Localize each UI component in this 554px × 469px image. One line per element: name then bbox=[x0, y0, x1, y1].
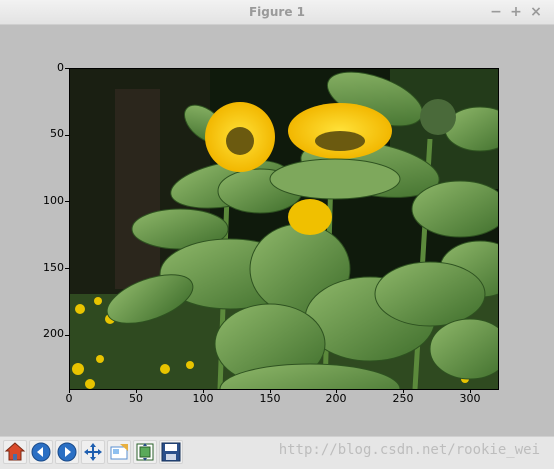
ytick-label-50: 50 bbox=[50, 127, 64, 140]
ytick-150 bbox=[65, 268, 69, 269]
forward-arrow-icon bbox=[57, 442, 77, 462]
zoom-button[interactable] bbox=[107, 440, 131, 464]
ytick-0 bbox=[65, 68, 69, 69]
ytick-label-100: 100 bbox=[43, 194, 64, 207]
xtick-label-200: 200 bbox=[325, 392, 347, 405]
sunflower-left bbox=[205, 102, 275, 172]
xtick-label-250: 250 bbox=[392, 392, 414, 405]
watermark-text: http://blog.csdn.net/rookie_wei bbox=[278, 442, 540, 458]
ytick-100 bbox=[65, 201, 69, 202]
close-button[interactable]: × bbox=[527, 3, 545, 21]
home-icon bbox=[4, 442, 26, 461]
ytick-label-150: 150 bbox=[43, 261, 64, 274]
subplots-icon bbox=[136, 443, 154, 461]
xtick-label-300: 300 bbox=[459, 392, 481, 405]
ytick-200 bbox=[65, 335, 69, 336]
figure-canvas[interactable]: 0 50 100 150 200 0 50 100 150 200 250 30… bbox=[0, 25, 554, 435]
ytick-label-0: 0 bbox=[57, 61, 64, 74]
sunflower-right bbox=[288, 103, 392, 159]
sunflower-image bbox=[70, 69, 498, 389]
home-button[interactable] bbox=[3, 440, 27, 464]
ytick-label-200: 200 bbox=[43, 327, 64, 340]
back-button[interactable] bbox=[29, 440, 53, 464]
figure-window: Figure 1 − + × 0 50 100 150 200 0 50 100… bbox=[0, 0, 554, 469]
title-bar[interactable]: Figure 1 − + × bbox=[0, 0, 554, 25]
save-button[interactable] bbox=[159, 440, 183, 464]
xtick-label-0: 0 bbox=[65, 392, 73, 405]
save-floppy-icon bbox=[161, 442, 181, 462]
minimize-button[interactable]: − bbox=[487, 3, 505, 21]
back-arrow-icon bbox=[31, 442, 51, 462]
xtick-label-50: 50 bbox=[129, 392, 143, 405]
maximize-button[interactable]: + bbox=[507, 3, 525, 21]
xtick-label-100: 100 bbox=[192, 392, 214, 405]
pan-button[interactable] bbox=[81, 440, 105, 464]
zoom-rect-icon bbox=[110, 444, 128, 460]
xtick-label-150: 150 bbox=[259, 392, 281, 405]
axes[interactable] bbox=[69, 68, 499, 390]
window-title: Figure 1 bbox=[248, 5, 306, 19]
ytick-50 bbox=[65, 135, 69, 136]
forward-button[interactable] bbox=[55, 440, 79, 464]
configure-subplots-button[interactable] bbox=[133, 440, 157, 464]
pan-arrows-icon bbox=[84, 443, 102, 461]
